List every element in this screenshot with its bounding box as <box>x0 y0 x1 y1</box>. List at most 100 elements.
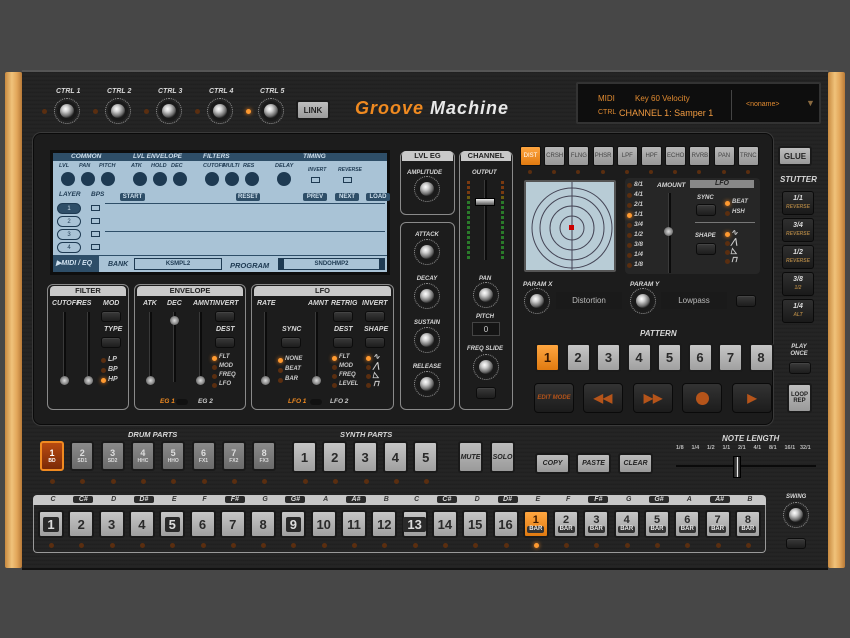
slider-thumb[interactable] <box>196 376 205 385</box>
drum-part-button[interactable]: 6 FX1 <box>191 441 216 471</box>
lfo-sync-button[interactable] <box>281 337 301 348</box>
slider-thumb[interactable] <box>170 316 179 325</box>
lcd-knob[interactable] <box>153 172 167 186</box>
eg1-label[interactable]: EG 1 <box>160 398 175 405</box>
lcd-start-button[interactable]: START <box>120 193 145 201</box>
drum-part-button[interactable]: 3 SD2 <box>100 441 125 471</box>
step-button[interactable]: 7 <box>219 510 246 538</box>
program-field[interactable]: SNDOHMP2 <box>278 258 385 270</box>
envelope-slider[interactable] <box>170 312 179 382</box>
step-button[interactable]: 1 <box>38 510 64 538</box>
amplitude-knob[interactable] <box>414 176 440 202</box>
lfo-sync-option[interactable]: BAR <box>285 376 298 382</box>
lcd-knob[interactable] <box>61 172 75 186</box>
lcd-load-button[interactable]: LOAD <box>366 193 390 201</box>
swing-knob[interactable] <box>783 502 809 528</box>
lfo-rate-slider[interactable] <box>261 312 270 385</box>
ctrl-knob[interactable] <box>54 98 80 124</box>
adsr-knob[interactable] <box>414 283 440 309</box>
step-button[interactable]: 9 <box>280 510 307 538</box>
lfo-sync-option[interactable]: BEAT <box>285 366 301 372</box>
synth-part-button[interactable]: 2 <box>322 441 348 473</box>
step-button[interactable]: 2 <box>68 510 95 538</box>
ctrl-knob[interactable] <box>156 98 182 124</box>
adsr-knob[interactable] <box>414 239 440 265</box>
ctrl-knob[interactable] <box>207 98 233 124</box>
pattern-button[interactable]: 5 <box>657 343 682 372</box>
output-fader[interactable] <box>475 198 495 206</box>
amount-slider-thumb[interactable] <box>664 227 673 236</box>
rewind-button[interactable]: ◀◀ <box>583 383 623 413</box>
rate-option[interactable]: 3/8 <box>634 241 643 248</box>
eg-switch[interactable] <box>176 399 188 405</box>
rate-option[interactable]: 1/4 <box>634 251 643 258</box>
fx-tab-dist[interactable]: DIST <box>520 146 541 166</box>
xy-pad[interactable] <box>524 180 616 272</box>
filter-type-button[interactable] <box>101 337 121 348</box>
step-button[interactable]: 5 <box>159 510 186 538</box>
program-next-arrow[interactable] <box>379 258 385 270</box>
bar-button[interactable]: 6 BAR <box>674 510 701 538</box>
stutter-button[interactable]: 1/4 ALT <box>782 299 814 323</box>
param-x-value[interactable]: Distortion <box>556 292 622 309</box>
filter-type-option[interactable]: LP <box>108 356 117 363</box>
drum-part-button[interactable]: 7 FX2 <box>221 441 246 471</box>
fx-tab-hpf[interactable]: HPF <box>641 146 662 166</box>
stutter-button[interactable]: 1/2 REVERSE <box>782 245 814 269</box>
pattern-button[interactable]: 1 <box>535 343 560 372</box>
fx-tab-rvrb[interactable]: RVRB <box>689 146 711 166</box>
loop-rep-button[interactable]: LOOP REP <box>787 383 812 413</box>
fx-tab-trnc[interactable]: TRNC <box>737 146 759 166</box>
lcd-knob[interactable] <box>101 172 115 186</box>
triangle-wave-icon[interactable]: ⋀ <box>373 361 380 370</box>
slider-thumb[interactable] <box>84 376 93 385</box>
freq-slide-button[interactable] <box>476 387 496 399</box>
rate-option[interactable]: 1/1 <box>634 211 643 218</box>
lfo2-label[interactable]: LFO 2 <box>330 398 348 405</box>
pattern-button[interactable]: 6 <box>687 343 713 372</box>
fx-sine-wave-icon[interactable]: ∿ <box>731 228 738 237</box>
stutter-button[interactable]: 3/8 1/2 <box>782 272 814 296</box>
fx-square-wave-icon[interactable]: ⊓ <box>731 255 737 264</box>
lcd-reset-button[interactable]: RESET <box>236 193 260 201</box>
square-wave-icon[interactable]: ⊓ <box>373 379 379 388</box>
fx-tab-lpf[interactable]: LPF <box>616 146 638 166</box>
program-prev-arrow[interactable] <box>278 258 284 270</box>
lcd-knob[interactable] <box>225 172 239 186</box>
drum-part-button[interactable]: 4 HHC <box>130 441 155 471</box>
step-button[interactable]: 3 <box>98 510 125 538</box>
fx-shape-button[interactable] <box>696 243 716 255</box>
swing-toggle-button[interactable] <box>786 538 806 549</box>
lfo-dest-option[interactable]: FLT <box>339 354 350 360</box>
filter-type-option[interactable]: BP <box>108 366 118 373</box>
saw-wave-icon[interactable]: ◺ <box>373 370 379 379</box>
bar-button[interactable]: 2 BAR <box>553 510 580 538</box>
bar-button[interactable]: 4 BAR <box>613 510 640 538</box>
midi-eq-tab[interactable]: ▶MIDI / EQ <box>53 256 99 272</box>
stutter-button[interactable]: 1/1 REVERSE <box>782 191 814 215</box>
preset-dropdown-icon[interactable]: ▼ <box>806 98 815 108</box>
eg2-label[interactable]: EG 2 <box>198 398 213 405</box>
lcd-knob[interactable] <box>81 172 95 186</box>
preset-name[interactable]: <noname> <box>746 101 779 108</box>
clear-button[interactable]: CLEAR <box>618 453 653 474</box>
envelope-dest-button[interactable] <box>215 337 235 348</box>
mute-button[interactable]: MUTE <box>458 441 483 473</box>
freq-slide-knob[interactable] <box>473 354 499 380</box>
bar-button[interactable]: 3 BAR <box>583 510 610 538</box>
layer-button[interactable]: 1 <box>57 203 81 214</box>
step-button[interactable]: 14 <box>431 510 458 538</box>
rate-option[interactable]: 2/1 <box>634 201 643 208</box>
slider-thumb[interactable] <box>60 376 69 385</box>
pattern-button[interactable]: 4 <box>626 343 652 372</box>
fx-triangle-wave-icon[interactable]: ⋀ <box>731 237 738 246</box>
lcd-knob[interactable] <box>245 172 259 186</box>
drum-part-button[interactable]: 2 SD1 <box>70 441 95 471</box>
fast-forward-button[interactable]: ▶▶ <box>633 383 673 413</box>
layer-button[interactable]: 3 <box>57 229 81 240</box>
edit-mode-button[interactable]: EDIT MODE <box>534 383 574 413</box>
lfo-dest-option[interactable]: FREQ <box>339 372 356 378</box>
param-y-knob[interactable] <box>630 288 656 314</box>
rate-option[interactable]: 8/1 <box>634 181 643 188</box>
envelope-dest-option[interactable]: FREQ <box>219 372 236 378</box>
